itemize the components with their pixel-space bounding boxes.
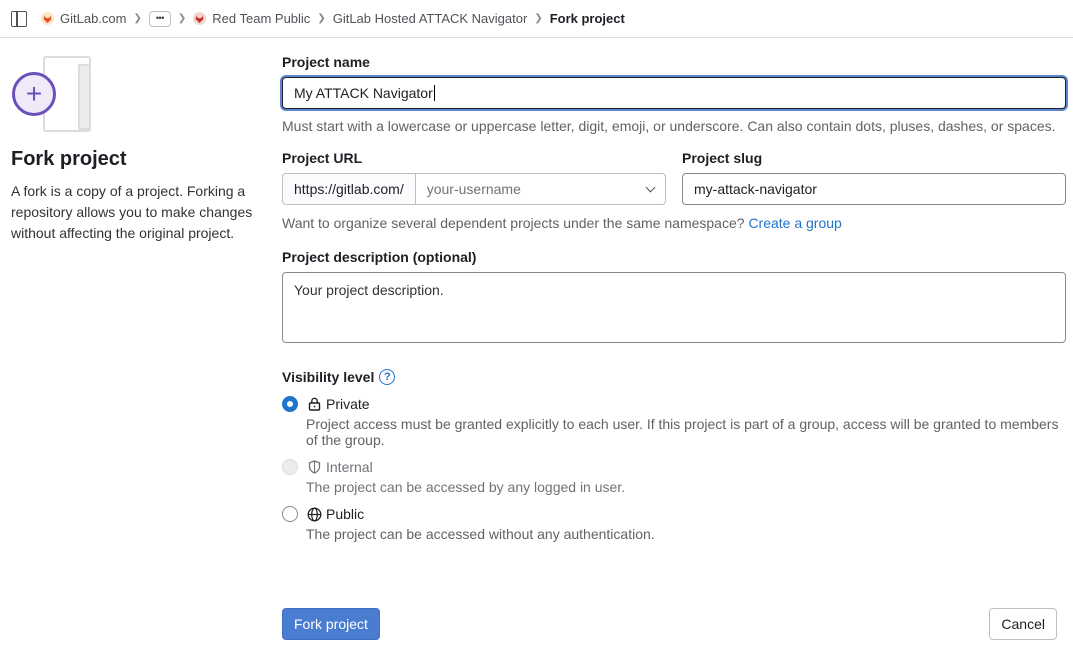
visibility-name: Internal bbox=[326, 459, 373, 475]
cancel-button[interactable]: Cancel bbox=[989, 608, 1057, 640]
breadcrumb: GitLab.com ❯ ••• ❯ Red Team Public ❯ Git… bbox=[41, 10, 625, 27]
visibility-description: The project can be accessed by any logge… bbox=[306, 479, 626, 495]
visibility-option-public[interactable]: Public The project can be accessed witho… bbox=[282, 505, 1066, 542]
visibility-option-private[interactable]: Private Project access must be granted e… bbox=[282, 395, 1066, 448]
chevron-down-icon bbox=[645, 182, 656, 192]
create-group-link[interactable]: Create a group bbox=[748, 215, 841, 231]
breadcrumb-ellipsis-button[interactable]: ••• bbox=[148, 10, 171, 27]
breadcrumb-current[interactable]: Fork project bbox=[550, 11, 625, 26]
shield-icon bbox=[306, 459, 322, 475]
chevron-right-icon: ❯ bbox=[317, 13, 326, 24]
visibility-name: Private bbox=[326, 396, 370, 412]
lock-icon bbox=[306, 396, 322, 412]
sidebar-toggle-icon[interactable] bbox=[11, 10, 27, 27]
breadcrumb-gitlab[interactable]: GitLab.com bbox=[41, 11, 126, 26]
project-slug-label: Project slug bbox=[682, 150, 763, 166]
description-textarea[interactable]: Your project description. bbox=[282, 272, 1066, 343]
intro-description: A fork is a copy of a project. Forking a… bbox=[11, 183, 253, 241]
page-title: Fork project bbox=[11, 148, 127, 170]
text-caret bbox=[433, 85, 435, 101]
radio-public[interactable] bbox=[282, 506, 298, 522]
fork-form: Project name My ATTACK Navigator Must st… bbox=[282, 54, 1066, 542]
project-name-help: Must start with a lowercase or uppercase… bbox=[282, 118, 1056, 134]
project-name-label: Project name bbox=[282, 54, 370, 70]
fork-illustration: + bbox=[11, 54, 93, 136]
visibility-option-internal: Internal The project can be accessed by … bbox=[282, 458, 1066, 495]
namespace-select[interactable]: your-username bbox=[414, 173, 666, 205]
plus-circle-icon: + bbox=[12, 72, 56, 116]
project-name-input[interactable]: My ATTACK Navigator bbox=[282, 77, 1066, 109]
visibility-name: Public bbox=[326, 506, 365, 522]
intro-panel: + Fork project A fork is a copy of a pro… bbox=[11, 54, 256, 244]
group-avatar-icon bbox=[193, 12, 207, 25]
visibility-description: Project access must be granted explicitl… bbox=[306, 416, 1059, 448]
top-bar: GitLab.com ❯ ••• ❯ Red Team Public ❯ Git… bbox=[0, 0, 1073, 38]
description-label: Project description (optional) bbox=[282, 249, 477, 265]
radio-private[interactable] bbox=[282, 396, 298, 412]
gitlab-tanuki-icon bbox=[41, 12, 54, 25]
breadcrumb-project[interactable]: GitLab Hosted ATTACK Navigator bbox=[333, 11, 528, 26]
project-slug-input[interactable]: my-attack-navigator bbox=[682, 173, 1066, 205]
project-url-label: Project URL bbox=[282, 150, 363, 166]
globe-icon bbox=[306, 506, 322, 522]
visibility-label: Visibility level bbox=[282, 369, 375, 385]
form-actions: Fork project Cancel bbox=[282, 608, 1057, 640]
radio-internal bbox=[282, 459, 298, 475]
chevron-right-icon: ❯ bbox=[177, 13, 187, 24]
project-url-group: https://gitlab.com/ your-username bbox=[282, 173, 666, 205]
url-prefix: https://gitlab.com/ bbox=[282, 173, 415, 205]
visibility-description: The project can be accessed without any … bbox=[306, 526, 655, 542]
namespace-help: Want to organize several dependent proje… bbox=[282, 215, 842, 231]
breadcrumb-red-team-public[interactable]: Red Team Public bbox=[193, 11, 310, 26]
visibility-heading: Visibility level ? bbox=[282, 369, 1066, 385]
chevron-right-icon: ❯ bbox=[133, 13, 142, 24]
chevron-right-icon: ❯ bbox=[534, 13, 543, 24]
fork-project-button[interactable]: Fork project bbox=[282, 608, 380, 640]
question-circle-icon[interactable]: ? bbox=[379, 369, 396, 385]
